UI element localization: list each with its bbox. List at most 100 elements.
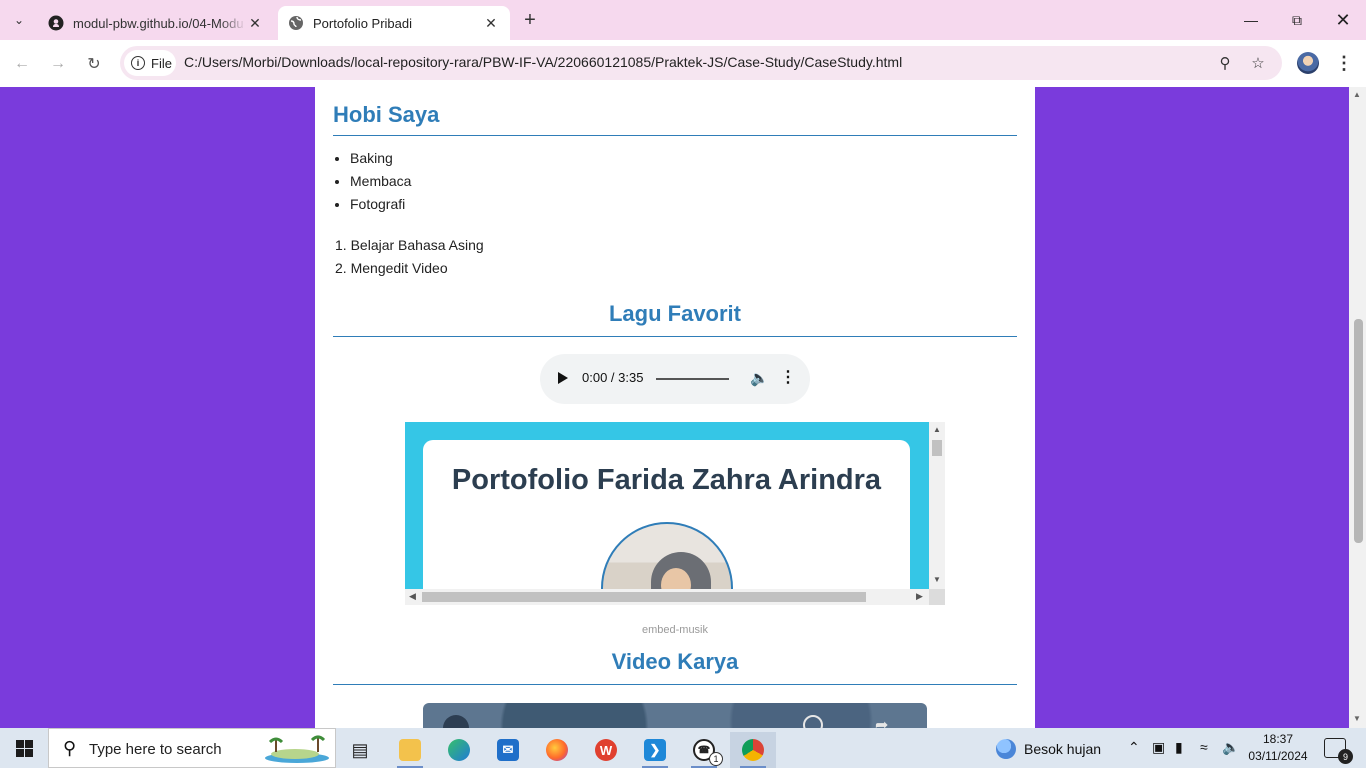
whatsapp-button[interactable]: ☎ 1 bbox=[681, 732, 727, 768]
share-icon[interactable]: ➦ bbox=[875, 715, 888, 728]
windows-start-icon[interactable] bbox=[16, 740, 33, 757]
tab-search-button[interactable]: ⌄ bbox=[6, 8, 32, 32]
speaker-icon[interactable]: 🔈 bbox=[1222, 739, 1239, 756]
list-text: Belajar Bahasa Asing bbox=[350, 237, 484, 253]
site-info-chip[interactable]: i File bbox=[124, 50, 176, 76]
file-explorer-button[interactable] bbox=[387, 732, 433, 768]
new-tab-button[interactable]: + bbox=[518, 9, 542, 31]
video-embed[interactable]: ➦ bbox=[423, 703, 927, 728]
system-clock[interactable]: 18:37 03/11/2024 bbox=[1246, 731, 1310, 765]
arrow-left-icon[interactable]: ◀ bbox=[409, 591, 416, 602]
taskbar-search[interactable]: ⚲ Type here to search bbox=[48, 728, 336, 768]
task-view-button[interactable]: ▤ bbox=[337, 732, 383, 768]
arrow-down-icon[interactable]: ▼ bbox=[933, 575, 941, 584]
arrow-right-icon[interactable]: ▶ bbox=[916, 591, 923, 602]
video-heading: Video Karya bbox=[611, 649, 739, 674]
github-icon bbox=[48, 15, 64, 31]
profile-photo bbox=[601, 522, 733, 589]
wps-office-button[interactable]: W bbox=[583, 732, 629, 768]
divider bbox=[333, 336, 1017, 337]
embed-caption: embed-musik bbox=[641, 624, 709, 636]
clock-date: 03/11/2024 bbox=[1248, 749, 1308, 763]
minimize-button[interactable]: — bbox=[1228, 6, 1274, 34]
search-highlight-island-icon bbox=[265, 735, 329, 763]
embedded-frame[interactable]: Portofolio Farida Zahra Arindra ▲ ▼ ◀ ▶ bbox=[405, 422, 945, 605]
weather-widget[interactable]: Besok hujan bbox=[996, 739, 1101, 759]
close-window-button[interactable]: ✕ bbox=[1320, 6, 1366, 34]
arrow-up-icon[interactable]: ▲ bbox=[933, 425, 941, 434]
scroll-thumb[interactable] bbox=[932, 440, 942, 456]
hobby-list: Baking Membaca Fotografi bbox=[350, 150, 411, 219]
audio-player[interactable]: 0:00 / 3:35 🔈 ⋮ bbox=[540, 354, 810, 404]
embed-horizontal-scrollbar[interactable]: ◀ ▶ bbox=[405, 589, 929, 605]
embed-background: Portofolio Farida Zahra Arindra bbox=[405, 422, 929, 589]
globe-icon bbox=[289, 16, 303, 30]
chrome-button[interactable] bbox=[730, 732, 776, 768]
address-bar[interactable]: i File C:/Users/Morbi/Downloads/local-re… bbox=[120, 46, 1282, 80]
battery-icon[interactable]: ▮ bbox=[1175, 739, 1183, 756]
scroll-corner bbox=[929, 589, 945, 605]
clock-time: 18:37 bbox=[1262, 732, 1294, 746]
watch-later-icon[interactable] bbox=[803, 715, 823, 728]
browser-menu-button[interactable]: ⋮ bbox=[1334, 52, 1354, 74]
more-vert-icon[interactable]: ⋮ bbox=[780, 367, 796, 387]
restore-button[interactable]: ⧉ bbox=[1274, 6, 1320, 34]
embed-vertical-scrollbar[interactable]: ▲ ▼ bbox=[929, 422, 945, 589]
edge-icon bbox=[448, 739, 470, 761]
back-button[interactable]: ← bbox=[9, 51, 35, 77]
content-card: Hobi Saya Baking Membaca Fotografi 1. Be… bbox=[315, 87, 1035, 728]
bookmark-star-icon[interactable]: ☆ bbox=[1247, 52, 1269, 74]
chrome-icon bbox=[742, 739, 764, 761]
more-vert-icon: ⋮ bbox=[1335, 52, 1353, 73]
search-icon: ⚲ bbox=[63, 738, 77, 758]
chevron-up-icon[interactable]: ⌃ bbox=[1128, 739, 1140, 756]
arrow-up-icon[interactable]: ▲ bbox=[1353, 90, 1361, 99]
firefox-button[interactable] bbox=[534, 732, 580, 768]
info-icon: i bbox=[131, 56, 145, 70]
audio-progress-slider[interactable] bbox=[656, 378, 729, 380]
list-item: Baking bbox=[350, 150, 411, 173]
rain-umbrella-icon bbox=[996, 739, 1016, 759]
embed-card: Portofolio Farida Zahra Arindra bbox=[423, 440, 910, 589]
edge-button[interactable] bbox=[436, 732, 482, 768]
tab-portofolio[interactable]: Portofolio Pribadi ✕ bbox=[278, 6, 510, 40]
play-icon[interactable] bbox=[558, 372, 568, 384]
minimize-icon: — bbox=[1244, 12, 1258, 28]
profile-avatar[interactable] bbox=[1297, 52, 1319, 74]
tab-strip: ⌄ modul-pbw.github.io/04-Modu ✕ Portofol… bbox=[0, 0, 1366, 40]
tab-modul-pbw[interactable]: modul-pbw.github.io/04-Modu ✕ bbox=[38, 6, 274, 40]
arrow-right-icon: → bbox=[50, 55, 66, 72]
list-text: Mengedit Video bbox=[350, 260, 448, 276]
forward-button[interactable]: → bbox=[45, 51, 71, 77]
arrow-down-icon[interactable]: ▼ bbox=[1353, 714, 1361, 723]
scroll-thumb[interactable] bbox=[1354, 319, 1363, 543]
wifi-icon[interactable]: ≈ bbox=[1200, 739, 1208, 755]
vscode-icon: ❯ bbox=[644, 739, 666, 761]
list-number: 1. bbox=[335, 237, 351, 253]
goal-list: 1. Belajar Bahasa Asing 2. Mengedit Vide… bbox=[335, 237, 484, 283]
task-view-icon: ▤ bbox=[351, 739, 369, 760]
volume-icon[interactable]: 🔈 bbox=[750, 369, 769, 387]
close-icon[interactable]: ✕ bbox=[246, 14, 264, 32]
folder-icon bbox=[399, 739, 421, 761]
taskbar: ⚲ Type here to search ▤ ✉ W ❯ ☎ 1 Besok … bbox=[0, 728, 1366, 768]
search-placeholder: Type here to search bbox=[89, 741, 222, 758]
meet-now-icon[interactable]: ▣ bbox=[1152, 739, 1165, 756]
mail-icon: ✉ bbox=[497, 739, 519, 761]
notification-center-button[interactable]: 9 bbox=[1324, 738, 1353, 764]
divider bbox=[333, 135, 1017, 136]
page-scrollbar[interactable]: ▲ ▼ bbox=[1349, 87, 1366, 728]
close-icon[interactable]: ✕ bbox=[482, 14, 500, 32]
zoom-icon[interactable]: ⚲ bbox=[1214, 52, 1236, 74]
list-number: 2. bbox=[335, 260, 351, 276]
url-text[interactable]: C:/Users/Morbi/Downloads/local-repositor… bbox=[184, 54, 902, 70]
mail-button[interactable]: ✉ bbox=[485, 732, 531, 768]
embed-title: Portofolio Farida Zahra Arindra bbox=[451, 464, 882, 496]
audio-time: 0:00 / 3:35 bbox=[582, 370, 644, 385]
vscode-button[interactable]: ❯ bbox=[632, 732, 678, 768]
scroll-thumb[interactable] bbox=[422, 592, 866, 602]
tab-title: Portofolio Pribadi bbox=[313, 15, 412, 31]
list-item: 2. Mengedit Video bbox=[335, 260, 484, 283]
close-icon: ✕ bbox=[1335, 9, 1351, 30]
reload-button[interactable]: ↻ bbox=[81, 51, 107, 77]
